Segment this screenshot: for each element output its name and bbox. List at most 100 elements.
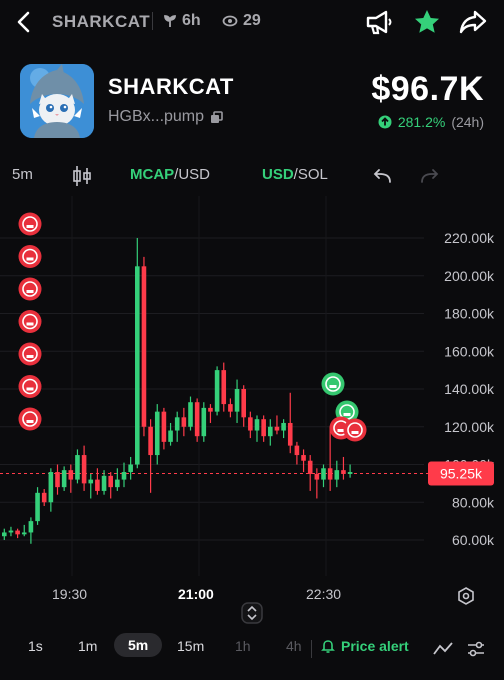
trade-marker [321,372,345,396]
candle [307,460,313,474]
mcap-unit: /USD [174,166,211,183]
candle [15,530,20,535]
divider [311,640,312,658]
trade-marker [18,212,42,236]
candle [55,472,60,488]
current-price-label: 95.25k [440,465,483,481]
usd-sol-toggle[interactable]: USD/SOL [262,166,328,183]
candle [154,411,160,456]
candle [261,419,266,437]
y-tick: 120.00k [444,419,495,435]
candle [314,473,320,480]
candle [301,455,306,461]
marker-circle [343,418,367,442]
token-info: SHARKCAT HGBx...pump $96.7K 281.2% (24h) [0,62,504,142]
candle [2,532,7,537]
interval-selector[interactable]: 5m [12,166,33,183]
token-address[interactable]: HGBx...pump [108,108,223,126]
candle [88,479,94,484]
token-age: 6h [163,12,201,30]
candle [248,417,253,431]
marker-circle [18,212,42,236]
y-tick: 140.00k [444,381,495,397]
eye-icon [222,15,238,27]
candle [21,532,27,535]
usd-label: USD [262,166,294,183]
line-chart-icon[interactable] [432,640,454,658]
candle [101,475,107,491]
timeframe-1m[interactable]: 1m [78,638,97,654]
candle [274,426,280,431]
candle [287,422,293,446]
chef-hat-band [26,290,34,293]
candle [115,479,120,488]
marker-circle [18,407,42,431]
trade-marker [18,245,42,268]
candle [194,402,200,437]
candle [228,404,233,412]
candle [108,475,113,488]
x-tick: 21:00 [178,586,214,602]
y-tick: 160.00k [444,343,495,359]
chart-toolbar: 5m MCAP/USD USD/SOL [0,160,504,194]
chart-settings-icon[interactable] [456,586,476,606]
chef-hat-band [26,322,34,326]
copy-icon[interactable] [210,110,223,124]
candle [81,455,87,484]
candle [48,472,54,503]
share-icon[interactable] [458,8,488,36]
chef-hat-band [343,413,351,416]
timeframe-1s[interactable]: 1s [28,638,43,654]
undo-icon[interactable] [372,166,394,186]
mcap-usd-toggle[interactable]: MCAP/USD [130,166,210,183]
timeframe-5m[interactable]: 5m [114,633,163,657]
trade-marker [18,407,42,431]
candle [168,430,173,442]
chef-hat-band [26,257,34,261]
price-alert-button[interactable]: Price alert [320,638,409,654]
age-value: 6h [182,12,201,29]
candle [208,407,213,412]
candle [181,417,187,427]
x-tick: 19:30 [52,586,88,602]
sol-label: /SOL [293,166,328,183]
candle [128,464,133,473]
y-tick: 80.00k [452,494,495,510]
chef-hat-band [26,420,34,423]
trade-marker [18,375,42,398]
price-alert-label: Price alert [341,638,409,654]
timeframe-1h[interactable]: 1h [235,638,251,654]
candle [347,472,353,474]
marker-circle [321,372,345,396]
candle [61,470,67,488]
star-icon[interactable] [412,8,442,36]
view-count: 29 [222,12,261,30]
candle [68,470,74,480]
sliders-icon[interactable] [466,640,486,658]
header-title: SHARKCAT [52,12,151,31]
horn-icon[interactable] [364,8,394,36]
divider [152,12,153,30]
candle [341,470,346,474]
bell-icon [321,640,335,653]
expand-chart-icon[interactable] [241,602,263,624]
timeframe-15m[interactable]: 15m [177,638,204,654]
candlestick-icon[interactable] [72,164,92,188]
chef-hat-band [26,355,34,358]
back-icon[interactable] [14,10,34,34]
marker-circle [18,310,42,333]
price-chart[interactable]: 220.00k 200.00k 180.00k 160.00k 140.00k 120.0… [0,196,504,576]
token-name: SHARKCAT [108,74,234,99]
timeframe-4h[interactable]: 4h [286,638,302,654]
chef-hat-band [26,387,34,391]
trade-marker [343,418,367,442]
sprout-icon [164,15,176,27]
chef-hat-band [337,429,345,432]
chef-hat-band [329,385,337,388]
change-value: 281.2% [397,114,446,130]
redo-icon[interactable] [418,166,440,186]
candle [241,389,246,418]
candle [28,521,34,533]
candle [321,468,326,480]
trade-marker [18,342,42,366]
